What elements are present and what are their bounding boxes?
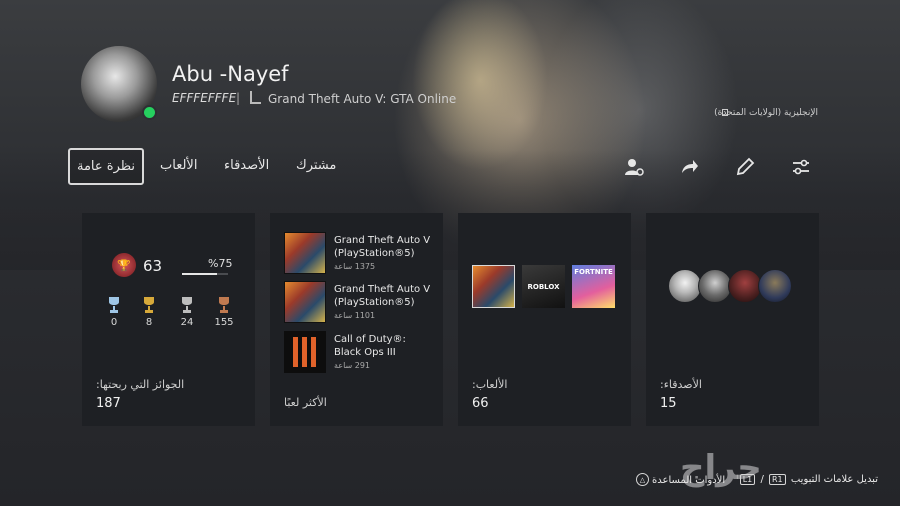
triangle-button-icon: △	[636, 473, 649, 486]
trophy-progress-fill	[182, 273, 217, 275]
profile-region: الإنجليزية (الولايات المتحدة)	[714, 108, 818, 118]
trophy-progress-text: %75	[208, 257, 233, 270]
game-hours: 1101 ساعة	[334, 311, 376, 320]
roblox-thumbnail: ROBLOX	[522, 265, 565, 308]
trophy-progress-bar	[182, 273, 228, 275]
add-friend-icon[interactable]	[623, 156, 645, 178]
game-hours: 291 ساعة	[334, 361, 371, 370]
most-played-card[interactable]: Grand Theft Auto V (PlayStation®5) 1375 …	[270, 213, 443, 426]
games-card[interactable]: ROBLOX FORTNITE الألعاب: 66	[458, 213, 631, 426]
silver-trophy-icon	[182, 297, 192, 313]
friend-avatar	[758, 269, 792, 303]
tools-hint: الأدوات المساعدة	[652, 475, 726, 486]
friend-avatar	[698, 269, 732, 303]
online-status-dot	[142, 105, 157, 120]
trophies-label: الجوائز التي ربحتها:	[96, 378, 185, 391]
games-label: الألعاب:	[472, 378, 508, 391]
edit-icon[interactable]	[734, 156, 756, 178]
game-title: Grand Theft Auto V (PlayStation®5)	[334, 235, 431, 259]
slash-text: /	[760, 474, 764, 485]
friends-card[interactable]: الأصدقاء: 15	[646, 213, 819, 426]
friend-avatar	[668, 269, 702, 303]
now-playing-icon	[250, 91, 261, 104]
bronze-trophy-icon	[219, 297, 229, 313]
game-title: Call of Duty®: Black Ops III	[334, 334, 406, 358]
tab-friends[interactable]: الأصدقاء	[224, 158, 269, 173]
r1-button-icon: R1	[769, 474, 786, 485]
trophy-level-icon: 🏆	[112, 253, 136, 277]
friend-avatar	[728, 269, 762, 303]
gta-v-thumbnail	[284, 232, 326, 274]
friends-count: 15	[660, 396, 677, 411]
games-count: 66	[472, 396, 489, 411]
switch-tabs-hint: تبديل علامات التبويب R1 / L1	[738, 474, 878, 485]
platinum-trophy-icon	[109, 297, 119, 313]
fortnite-thumbnail: FORTNITE	[572, 265, 615, 308]
switch-tabs-text: تبديل علامات التبويب	[790, 474, 878, 485]
tab-subscribe[interactable]: مشترك	[296, 158, 336, 173]
tab-games[interactable]: الألعاب	[160, 158, 197, 173]
game-title: Grand Theft Auto V (PlayStation®5)	[334, 284, 431, 308]
tab-overview-label: نظرة عامة	[76, 159, 136, 174]
game-hours: 1375 ساعة	[334, 262, 376, 271]
silver-count: 24	[180, 317, 194, 328]
trophy-level: 63	[143, 257, 163, 275]
trophies-card[interactable]: 🏆 63 %75 0 8 24 155 الجوائز التي ربحتها:…	[82, 213, 255, 426]
most-played-item[interactable]: Grand Theft Auto V (PlayStation®5) 1375 …	[284, 232, 434, 276]
gta-v-thumbnail	[472, 265, 515, 308]
black-ops-iii-thumbnail	[284, 331, 326, 373]
tab-overview[interactable]: نظرة عامة	[68, 148, 144, 185]
profile-username: Abu -Nayef	[172, 62, 289, 86]
friends-label: الأصدقاء:	[660, 378, 702, 391]
platinum-count: 0	[110, 317, 118, 328]
gta-v-thumbnail	[284, 281, 326, 323]
header-separator: |	[236, 91, 241, 105]
l1-button-icon: L1	[739, 474, 756, 485]
now-playing-text: Grand Theft Auto V: GTA Online	[268, 92, 457, 106]
gold-trophy-icon	[144, 297, 154, 313]
most-played-item[interactable]: Call of Duty®: Black Ops III 291 ساعة	[284, 331, 434, 375]
profile-online-id: EFFFEFFFE	[172, 91, 237, 105]
bronze-count: 155	[214, 317, 234, 328]
share-icon[interactable]	[678, 156, 700, 178]
most-played-label: الأكثر لعبًا	[284, 396, 327, 409]
trophies-total: 187	[96, 396, 121, 411]
settings-icon[interactable]	[790, 156, 812, 178]
most-played-item[interactable]: Grand Theft Auto V (PlayStation®5) 1101 …	[284, 281, 434, 325]
gold-count: 8	[145, 317, 153, 328]
